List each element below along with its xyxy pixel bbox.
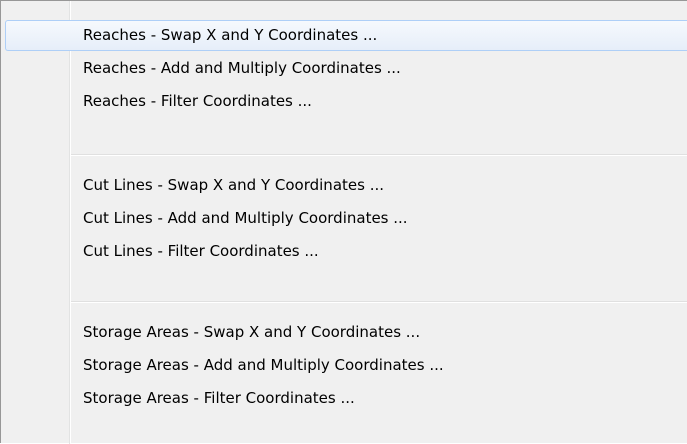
menu-item-label: Storage Areas - Filter Coordinates ...: [83, 389, 355, 407]
menu-item-label: Cut Lines - Filter Coordinates ...: [83, 242, 319, 260]
menu-item-cut-lines-swap-xy[interactable]: Cut Lines - Swap X and Y Coordinates ...: [5, 170, 687, 201]
menu-item-cut-lines-add-multiply[interactable]: Cut Lines - Add and Multiply Coordinates…: [5, 203, 687, 234]
menu-item-reaches-add-multiply[interactable]: Reaches - Add and Multiply Coordinates .…: [5, 53, 687, 84]
menu-item-label: Cut Lines - Add and Multiply Coordinates…: [83, 209, 408, 227]
menu-separator-highlight: [71, 155, 687, 156]
menu-item-storage-areas-swap-xy[interactable]: Storage Areas - Swap X and Y Coordinates…: [5, 317, 687, 348]
menu-item-label: Reaches - Filter Coordinates ...: [83, 92, 312, 110]
menu-item-storage-areas-filter[interactable]: Storage Areas - Filter Coordinates ...: [5, 383, 687, 414]
menu-item-label: Cut Lines - Swap X and Y Coordinates ...: [83, 176, 385, 194]
menu-item-label: Storage Areas - Swap X and Y Coordinates…: [83, 323, 421, 341]
menu-item-label: Reaches - Add and Multiply Coordinates .…: [83, 59, 401, 77]
menu-item-storage-areas-add-multiply[interactable]: Storage Areas - Add and Multiply Coordin…: [5, 350, 687, 381]
menu-item-label: Reaches - Swap X and Y Coordinates ...: [83, 26, 378, 44]
context-menu: Reaches - Swap X and Y Coordinates ... R…: [0, 0, 687, 444]
menu-item-label: Storage Areas - Add and Multiply Coordin…: [83, 356, 444, 374]
menu-item-reaches-swap-xy[interactable]: Reaches - Swap X and Y Coordinates ...: [5, 20, 687, 51]
menu-item-reaches-filter[interactable]: Reaches - Filter Coordinates ...: [5, 86, 687, 117]
menu-separator-highlight: [71, 302, 687, 303]
menu-item-cut-lines-filter[interactable]: Cut Lines - Filter Coordinates ...: [5, 236, 687, 267]
